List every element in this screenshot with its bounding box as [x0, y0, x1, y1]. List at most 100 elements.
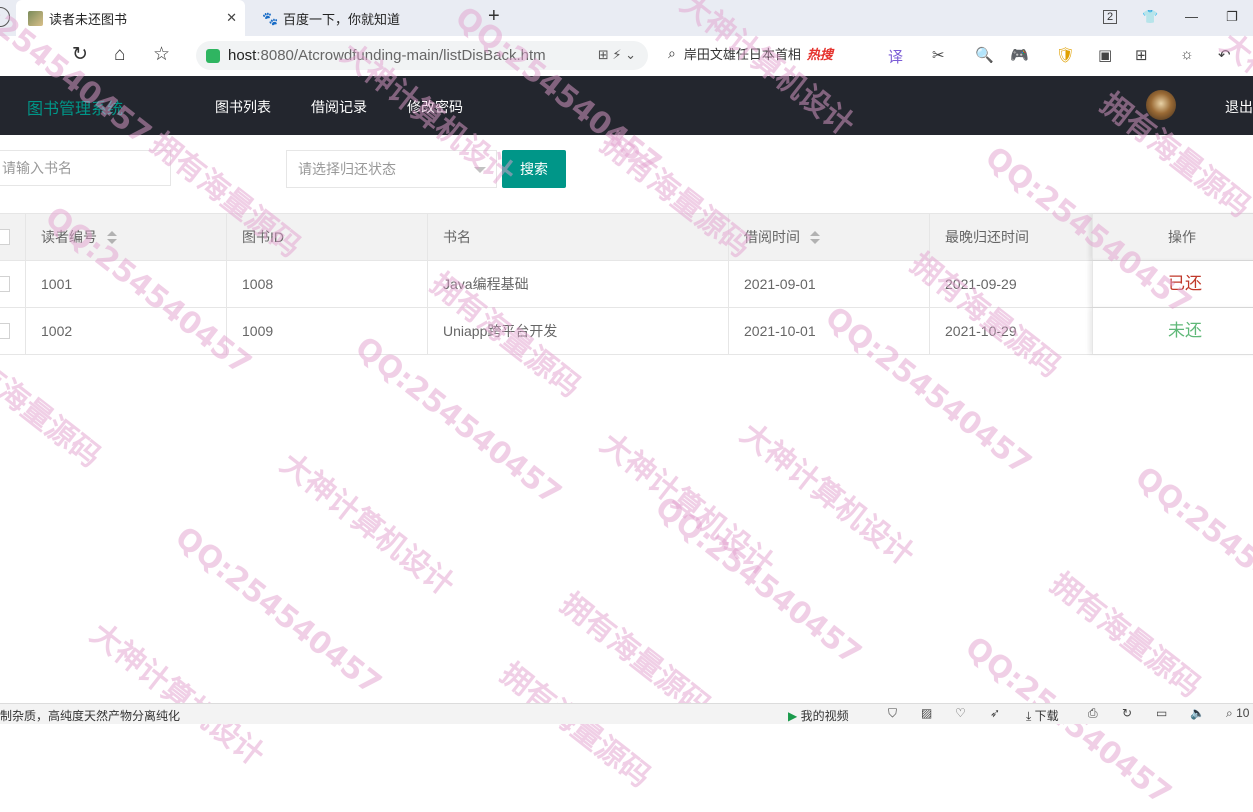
box-icon[interactable]: ▣ — [1098, 46, 1112, 64]
cell-due-time: 2021-09-29 — [929, 261, 1092, 307]
sort-icon[interactable] — [107, 231, 117, 245]
user-avatar[interactable] — [1146, 90, 1176, 120]
table-row: 1002 1009 Uniapp跨平台开发 2021-10-01 2021-10… — [0, 308, 1253, 355]
search-icon: ⌕ — [668, 45, 676, 62]
zoom-indicator[interactable]: ⌕ 10 — [1226, 706, 1249, 721]
url-path: :8080/Atcrowdfunding-main/listDisBack.ht… — [256, 47, 545, 64]
cell-borrow-time: 2021-09-01 — [728, 261, 929, 307]
search-suggestion: 岸田文雄任日本首相 — [684, 44, 801, 63]
cell-due-time: 2021-10-29 — [929, 308, 1092, 354]
close-tab-icon[interactable]: ✕ — [226, 10, 237, 26]
logout-link[interactable]: 退出 — [1225, 97, 1253, 117]
header-book-id: 图书ID — [226, 214, 427, 260]
app-header: 图书管理系统 图书列表 借阅记录 修改密码 退出 — [0, 76, 1253, 135]
play-icon: ▶ — [788, 709, 797, 723]
cell-reader-id: 1002 — [25, 308, 226, 354]
watermark-text: 大神计算机设计 — [83, 610, 276, 774]
chevron-down-icon — [474, 167, 486, 173]
search-button[interactable]: 搜索 — [502, 150, 566, 188]
row-checkbox[interactable] — [0, 308, 25, 354]
borrow-table: 读者编号 图书ID 书名 借阅时间 最晚归还时间 操作 1001 1008 Ja… — [0, 213, 1253, 355]
app-logo-title: 图书管理系统 — [27, 95, 123, 119]
sort-icon[interactable] — [810, 231, 820, 245]
select-all-checkbox[interactable] — [0, 214, 25, 260]
browser-tab-bar: 读者未还图书 ✕ 🐾 百度一下，你就知道 + 2 👕 — ❐ — [0, 0, 1253, 36]
cell-book-id: 1009 — [226, 308, 427, 354]
nav-book-list[interactable]: 图书列表 — [215, 97, 271, 117]
nav-borrow-records[interactable]: 借阅记录 — [311, 97, 367, 117]
header-book-name: 书名 — [427, 214, 728, 260]
cell-book-id: 1008 — [226, 261, 427, 307]
download-link[interactable]: ⤓ 下载 — [1026, 707, 1059, 724]
window-icon[interactable]: ▭ — [1156, 706, 1167, 720]
shield-coin-icon[interactable]: 🛡 — [1056, 46, 1075, 64]
magnifier-icon[interactable]: 🔍 — [975, 46, 994, 64]
image-icon[interactable]: ▨ — [921, 706, 932, 720]
select-placeholder: 请选择归还状态 — [298, 161, 396, 177]
book-favicon-icon — [28, 11, 43, 26]
print-icon[interactable]: ⎙ — [1088, 706, 1098, 721]
browser-tab-baidu[interactable]: 🐾 百度一下，你就知道 — [250, 0, 480, 36]
new-tab-button[interactable]: + — [488, 5, 500, 28]
translate-icon[interactable]: 译 — [888, 46, 903, 67]
tab-count-badge[interactable]: 2 — [1103, 10, 1117, 24]
cell-action: 未还 — [1092, 308, 1253, 354]
watermark-text: 拥有海量源码 — [1043, 560, 1212, 705]
header-due-time: 最晚归还时间 — [929, 214, 1092, 260]
watermark-text: QQ:254540457 — [348, 330, 567, 512]
grid-icon[interactable]: ⊞ — [1135, 46, 1148, 64]
watermark-text: QQ:254540457 — [1128, 460, 1253, 642]
status-text: 制杂质，高纯度天然产物分离纯化 — [0, 707, 180, 724]
reload-icon[interactable]: ↻ — [72, 45, 88, 65]
sun-icon[interactable]: ☼ — [1180, 46, 1194, 63]
url-tools-icon[interactable]: ⊞ ⚡ ⌄ — [598, 47, 636, 63]
browser-tab-active[interactable]: 读者未还图书 ✕ — [16, 0, 245, 36]
undo-icon[interactable]: ↶ — [1218, 46, 1231, 64]
star-icon[interactable]: ☆ — [153, 45, 170, 65]
home-icon[interactable]: ⌂ — [114, 45, 125, 65]
watermark-text: QQ:254540457 — [648, 490, 867, 672]
tab-title: 百度一下，你就知道 — [283, 9, 400, 28]
cell-action: 已还 — [1092, 261, 1253, 307]
row-checkbox[interactable] — [0, 261, 25, 307]
cell-reader-id: 1001 — [25, 261, 226, 307]
cell-borrow-time: 2021-10-01 — [728, 308, 929, 354]
table-row: 1001 1008 Java编程基础 2021-09-01 2021-09-29… — [0, 261, 1253, 308]
url-host: host — [228, 47, 256, 64]
my-video-link[interactable]: ▶ 我的视频 — [788, 707, 849, 724]
browser-menu-icon[interactable] — [0, 7, 10, 27]
cell-book-name: Java编程基础 — [427, 261, 728, 307]
rocket-icon[interactable]: ➶ — [990, 706, 1000, 720]
header-action: 操作 — [1092, 214, 1253, 260]
browser-toolbar: ‹ ↻ ⌂ ☆ host:8080/Atcrowdfunding-main/li… — [0, 36, 1253, 77]
watermark-text: 大神计算机设计 — [733, 410, 926, 574]
secure-shield-icon — [206, 49, 220, 63]
header-borrow-time[interactable]: 借阅时间 — [728, 214, 929, 260]
address-bar[interactable]: host:8080/Atcrowdfunding-main/listDisBac… — [196, 41, 648, 70]
speaker-icon[interactable]: 🔈 — [1190, 706, 1205, 720]
return-status-select[interactable]: 请选择归还状态 — [286, 150, 497, 188]
hot-search-label: 热搜 — [807, 44, 833, 63]
download-icon: ⤓ — [1026, 709, 1031, 723]
shirt-icon[interactable]: 👕 — [1142, 9, 1158, 25]
table-header-row: 读者编号 图书ID 书名 借阅时间 最晚归还时间 操作 — [0, 214, 1253, 261]
minimize-button[interactable]: — — [1185, 9, 1198, 24]
header-reader-id[interactable]: 读者编号 — [25, 214, 226, 260]
maximize-button[interactable]: ❐ — [1226, 9, 1238, 25]
scissors-icon[interactable]: ✂ — [932, 46, 945, 64]
watermark-text: QQ:254540457 — [168, 520, 387, 702]
cell-book-name: Uniapp跨平台开发 — [427, 308, 728, 354]
shield-icon[interactable]: ⛉ — [888, 706, 897, 721]
game-icon[interactable]: 🎮 — [1010, 46, 1029, 64]
watermark-text: 大神计算机设计 — [273, 440, 466, 604]
status-not-returned[interactable]: 未还 — [1168, 308, 1202, 354]
nav-change-password[interactable]: 修改密码 — [407, 97, 463, 117]
tab-title: 读者未还图书 — [49, 9, 127, 28]
refresh-icon[interactable]: ↻ — [1122, 706, 1132, 720]
status-returned[interactable]: 已还 — [1168, 261, 1202, 307]
browser-search-box[interactable]: ⌕ 岸田文雄任日本首相 热搜 — [668, 44, 833, 63]
watermark-text: 大神计算机设计 — [593, 420, 786, 584]
book-name-input[interactable]: 请输入书名 — [0, 150, 171, 186]
browser-status-bar: 制杂质，高纯度天然产物分离纯化 ▶ 我的视频 ⛉ ▨ ♡ ➶ ⤓ 下载 ⎙ ↻ … — [0, 703, 1253, 724]
heart-icon[interactable]: ♡ — [955, 706, 966, 720]
